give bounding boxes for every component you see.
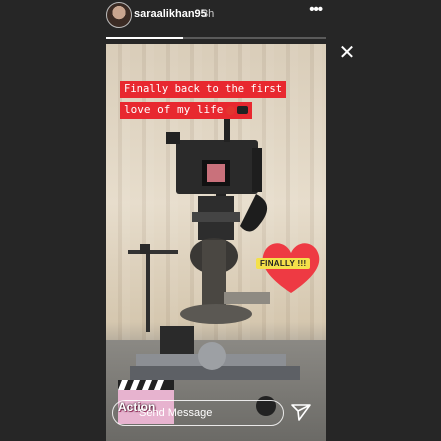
- username[interactable]: saraalikhan95: [134, 8, 207, 20]
- more-horizontal-icon[interactable]: •••: [309, 1, 323, 18]
- heart-sticker-label: FINALLY !!!: [256, 258, 311, 269]
- heart-emoji-icon: [226, 105, 236, 115]
- close-icon[interactable]: ✕: [338, 43, 356, 63]
- camera-emoji-icon: [237, 106, 249, 114]
- caption-line-2: love of my life: [120, 102, 253, 119]
- caption-line-2-text: love of my life: [124, 103, 224, 116]
- caption-line-1: Finally back to the first: [120, 81, 287, 98]
- send-message-input[interactable]: Send Message: [112, 400, 284, 426]
- heart-sticker[interactable]: FINALLY !!!: [254, 237, 326, 297]
- story-header: saraalikhan95 3h •••: [104, 0, 328, 34]
- post-time: 3h: [202, 8, 215, 20]
- story-image: Finally back to the first love of my lif…: [106, 44, 326, 441]
- story-progress-bar: [106, 37, 326, 39]
- story-caption: Finally back to the first love of my lif…: [120, 77, 287, 119]
- story-progress-fill: [106, 37, 183, 39]
- send-icon[interactable]: [290, 402, 312, 422]
- avatar[interactable]: [106, 2, 132, 28]
- paper-plane-icon: [291, 404, 311, 421]
- send-message-placeholder: Send Message: [139, 407, 213, 419]
